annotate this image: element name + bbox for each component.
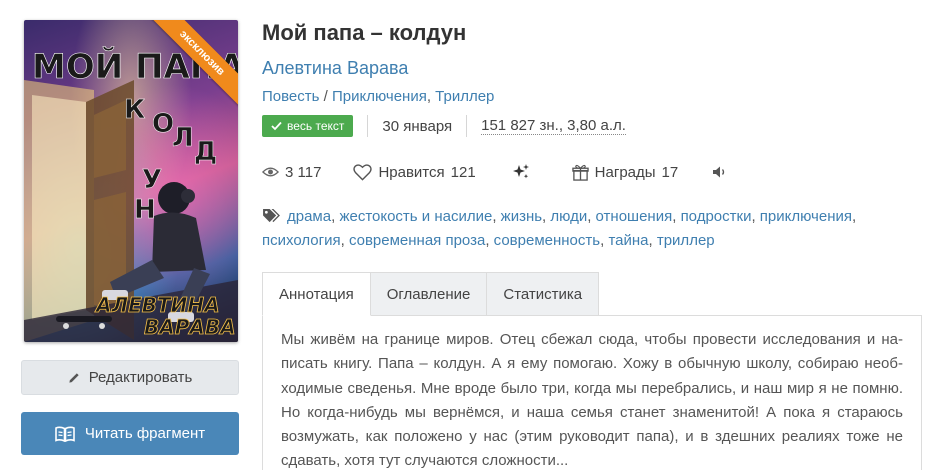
edit-button[interactable]: Редактировать xyxy=(21,360,239,395)
annotation-panel: Мы живём на границе миров. Отец сбежал с… xyxy=(262,315,922,470)
genre-link[interactable]: Повесть xyxy=(262,88,319,105)
svg-text:Н: Н xyxy=(134,195,156,225)
views-count: 3 117 xyxy=(285,163,322,181)
speaker-icon xyxy=(713,166,725,178)
svg-text:Л: Л xyxy=(172,123,194,153)
gift-icon xyxy=(571,164,589,181)
tag-comma: , xyxy=(672,208,681,225)
tag-comma: , xyxy=(492,208,501,225)
tag-list: драма, жестокость и насилие, жизнь, люди… xyxy=(262,205,902,253)
divider xyxy=(466,115,468,137)
tag-link[interactable]: психология xyxy=(262,232,341,249)
svg-text:ВАРАВА: ВАРАВА xyxy=(144,315,236,339)
awards-count: 17 xyxy=(661,163,679,181)
awards-label: Награды xyxy=(594,163,656,181)
tag-link[interactable]: приключения xyxy=(760,208,852,225)
book-cover[interactable]: МОЙ ПАПА К О Л Д У Н АЛЕВТИНА ВАРАВА экс… xyxy=(24,20,238,342)
read-fragment-button[interactable]: Читать фрагмент xyxy=(21,412,239,455)
genre-list: Повесть / Приключения, Триллер xyxy=(262,88,494,105)
book-size[interactable]: 151 827 зн., 3,80 а.л. xyxy=(481,117,626,135)
eye-icon xyxy=(262,167,279,177)
tag-link[interactable]: отношения xyxy=(596,208,673,225)
tag-link[interactable]: триллер xyxy=(657,232,715,249)
likes-label: Нравится xyxy=(378,163,445,181)
tag-link[interactable]: драма xyxy=(287,208,331,225)
tags-icon xyxy=(263,208,280,223)
edit-button-label: Редактировать xyxy=(88,369,193,386)
full-text-badge-label: весь текст xyxy=(287,119,345,133)
pencil-icon xyxy=(69,373,79,383)
audio-button[interactable] xyxy=(712,165,728,179)
annotation-text: Мы живём на границе миров. Отец сбежал с… xyxy=(281,331,903,470)
awards-button[interactable]: Награды 17 xyxy=(571,163,679,181)
exclusive-ribbon: эксклюзив xyxy=(148,20,238,110)
tag-comma: , xyxy=(852,208,857,225)
tag-link[interactable]: жизнь xyxy=(501,208,542,225)
tab-statistics[interactable]: Статистика xyxy=(486,272,600,316)
views-stat: 3 117 xyxy=(262,164,321,181)
book-title: Мой папа – колдун xyxy=(262,20,467,45)
tag-comma: , xyxy=(485,232,494,249)
tag-link[interactable]: современность xyxy=(494,232,600,249)
genre-link[interactable]: Приключения xyxy=(332,88,427,105)
tag-link[interactable]: люди xyxy=(550,208,587,225)
likes-count: 121 xyxy=(450,163,476,181)
svg-text:К: К xyxy=(124,95,145,125)
exclusive-ribbon-label: эксклюзив xyxy=(148,20,238,110)
svg-text:АЛЕВТИНА: АЛЕВТИНА xyxy=(94,293,220,317)
genre-separator: , xyxy=(426,88,436,105)
tag-link[interactable]: современная проза xyxy=(349,232,485,249)
genre-link[interactable]: Триллер xyxy=(435,88,494,105)
tag-comma: , xyxy=(340,232,349,249)
tag-link[interactable]: жестокость и насилие xyxy=(339,208,492,225)
tab-contents[interactable]: Оглавление xyxy=(369,272,488,316)
heart-icon xyxy=(353,163,373,181)
tag-comma: , xyxy=(587,208,596,225)
svg-text:У: У xyxy=(142,165,162,195)
open-book-icon xyxy=(55,426,75,442)
read-fragment-label: Читать фрагмент xyxy=(84,425,206,442)
publication-date: 30 января xyxy=(382,117,453,135)
stats-row: 3 117 Нравится 121 Награды 17 xyxy=(262,160,728,184)
sparkles-icon xyxy=(512,164,529,179)
like-button[interactable]: Нравится 121 xyxy=(353,163,476,181)
svg-text:Д: Д xyxy=(194,137,217,167)
genre-separator: / xyxy=(319,88,332,105)
tab-annotation[interactable]: Аннотация xyxy=(262,272,371,316)
svg-text:О: О xyxy=(152,109,174,139)
check-icon xyxy=(271,121,282,131)
tag-link[interactable]: подростки xyxy=(681,208,752,225)
full-text-badge: весь текст xyxy=(262,115,354,137)
book-meta-row: весь текст 30 января 151 827 зн., 3,80 а… xyxy=(262,114,626,138)
tag-comma: , xyxy=(751,208,760,225)
content-tabs: Аннотация Оглавление Статистика xyxy=(262,272,600,316)
author-link[interactable]: Алевтина Варава xyxy=(262,58,408,79)
divider xyxy=(367,115,369,137)
sparkle-button[interactable] xyxy=(512,163,530,181)
tag-comma: , xyxy=(648,232,657,249)
tag-link[interactable]: тайна xyxy=(608,232,648,249)
